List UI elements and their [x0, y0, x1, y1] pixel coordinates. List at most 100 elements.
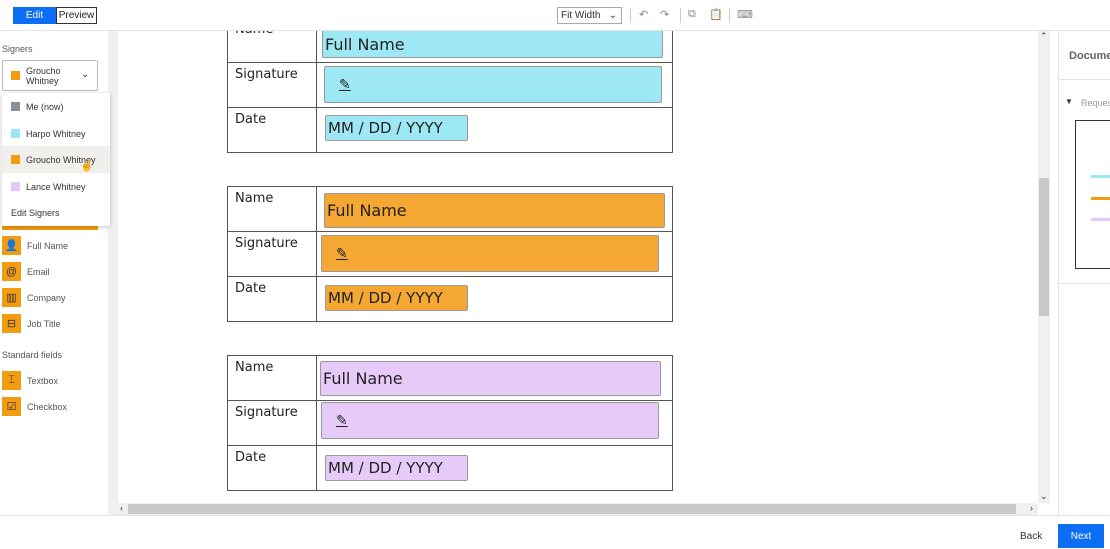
caret-down-icon[interactable]: ▼ [1065, 97, 1073, 106]
chevron-left-icon[interactable]: ‹ [120, 503, 123, 513]
menu-label: Me (now) [26, 101, 64, 112]
row-label-date: Date [227, 445, 317, 491]
at-icon: @ [2, 262, 21, 281]
undo-icon[interactable]: ↶ [639, 8, 648, 21]
signer-color-swatch [11, 71, 20, 80]
row-label-name: Name [227, 186, 317, 232]
field-placeholder: MM / DD / YYYY [328, 289, 443, 307]
chevron-up-icon[interactable]: ⌃ [1040, 31, 1048, 42]
row-label-date: Date [227, 276, 317, 322]
section-title: Reques [1081, 98, 1110, 108]
thumb-field [1091, 218, 1110, 221]
field-full-name[interactable]: 👤 Full Name [2, 236, 68, 255]
paste-icon[interactable]: 📋 [709, 8, 723, 21]
checkbox-icon: ☑ [2, 397, 21, 416]
date-field[interactable]: MM / DD / YYYY [325, 285, 468, 311]
edit-signers-button[interactable]: Edit Signers [2, 199, 110, 226]
signer-dropdown-menu: Me (now) Harpo Whitney Groucho Whitney ☝ … [2, 93, 110, 226]
field-label: Textbox [27, 375, 59, 386]
document-canvas: NameSignatureDateFull Name✎MM / DD / YYY… [118, 31, 1038, 503]
pen-icon: ✎ [336, 412, 348, 429]
menu-label: Harpo Whitney [26, 128, 86, 139]
copy-icon[interactable]: ⧉ [688, 8, 696, 21]
edit-tab[interactable]: Edit [13, 7, 56, 24]
back-button[interactable]: Back [1020, 531, 1042, 542]
menu-item-me[interactable]: Me (now) [2, 93, 110, 120]
signers-label: Signers [2, 44, 33, 54]
field-placeholder: Full Name [323, 369, 403, 388]
divider [1059, 79, 1110, 80]
field-placeholder: Full Name [325, 34, 405, 54]
divider [1059, 283, 1110, 284]
chevron-down-icon: ⌄ [81, 69, 90, 80]
zoom-select[interactable]: Fit Width ⌄ [557, 7, 622, 24]
field-label: Email [27, 266, 50, 277]
hand-cursor-icon: ☝ [80, 160, 94, 172]
color-swatch [11, 182, 20, 191]
toolbar: Edit Preview Fit Width ⌄ ↶ ↷ ⧉ 📋 ⌨ [0, 0, 1110, 31]
signature-field[interactable]: ✎ [321, 235, 659, 272]
row-label-signature: Signature [227, 231, 317, 277]
selected-signer: Groucho Whitney [26, 66, 61, 86]
keyboard-icon[interactable]: ⌨ [737, 8, 753, 21]
field-textbox[interactable]: ⌶ Textbox [2, 371, 58, 390]
full-name-field[interactable]: Full Name [324, 193, 665, 228]
field-company[interactable]: ▥ Company [2, 288, 66, 307]
menu-item-harpo[interactable]: Harpo Whitney [2, 120, 110, 147]
full-name-field[interactable]: Full Name [320, 361, 661, 396]
field-checkbox[interactable]: ☑ Checkbox [2, 397, 67, 416]
right-panel-title: Docume [1069, 50, 1110, 62]
divider [680, 8, 681, 23]
color-swatch [11, 155, 20, 164]
signature-field[interactable]: ✎ [321, 402, 659, 439]
row-label-name: Name [227, 31, 317, 63]
full-name-field[interactable]: Full Name [322, 31, 663, 58]
vertical-scrollbar[interactable]: ⌃ ⌄ [1038, 31, 1050, 503]
footer: Back Next [0, 515, 1110, 549]
menu-item-groucho[interactable]: Groucho Whitney ☝ [2, 146, 110, 173]
field-label: Checkbox [27, 401, 68, 412]
menu-item-lance[interactable]: Lance Whitney [2, 173, 110, 200]
scroll-thumb[interactable] [128, 504, 1016, 514]
field-label: Full Name [27, 240, 69, 251]
building-icon: ▥ [2, 288, 21, 307]
date-field[interactable]: MM / DD / YYYY [325, 115, 468, 141]
signature-field[interactable]: ✎ [324, 66, 662, 103]
row-label-signature: Signature [227, 62, 317, 108]
row-label-name: Name [227, 355, 317, 401]
briefcase-icon: ⊟ [2, 314, 21, 333]
color-swatch [11, 102, 20, 111]
divider [729, 8, 730, 23]
chevron-down-icon: ⌄ [608, 10, 617, 21]
menu-label: Lance Whitney [26, 181, 86, 192]
color-swatch [11, 129, 20, 138]
next-button[interactable]: Next [1058, 524, 1104, 548]
redo-icon[interactable]: ↷ [660, 8, 669, 21]
standard-fields-label: Standard fields [2, 350, 63, 360]
textbox-icon: ⌶ [2, 371, 21, 390]
preview-tab[interactable]: Preview [56, 7, 97, 24]
thumb-field [1091, 175, 1110, 178]
row-label-date: Date [227, 107, 317, 153]
field-job-title[interactable]: ⊟ Job Title [2, 314, 61, 333]
field-label: Job Title [27, 318, 61, 329]
pen-icon: ✎ [339, 76, 351, 93]
field-placeholder: Full Name [327, 201, 407, 220]
signer-select[interactable]: Groucho Whitney ⌄ [2, 60, 98, 91]
field-email[interactable]: @ Email [2, 262, 50, 281]
pen-icon: ✎ [336, 245, 348, 262]
horizontal-scrollbar[interactable]: ‹ › [118, 503, 1038, 515]
page-thumbnail[interactable] [1075, 120, 1110, 269]
person-icon: 👤 [2, 236, 21, 255]
chevron-right-icon[interactable]: › [1030, 503, 1033, 513]
row-label-signature: Signature [227, 400, 317, 446]
right-panel: Docume ▼ Reques [1058, 31, 1110, 515]
field-placeholder: MM / DD / YYYY [328, 459, 443, 477]
chevron-down-icon[interactable]: ⌄ [1040, 491, 1048, 502]
thumb-field [1091, 197, 1110, 200]
scroll-thumb[interactable] [1039, 178, 1049, 316]
date-field[interactable]: MM / DD / YYYY [325, 455, 468, 481]
divider [630, 8, 631, 23]
field-label: Company [27, 292, 66, 303]
field-placeholder: MM / DD / YYYY [328, 119, 443, 137]
